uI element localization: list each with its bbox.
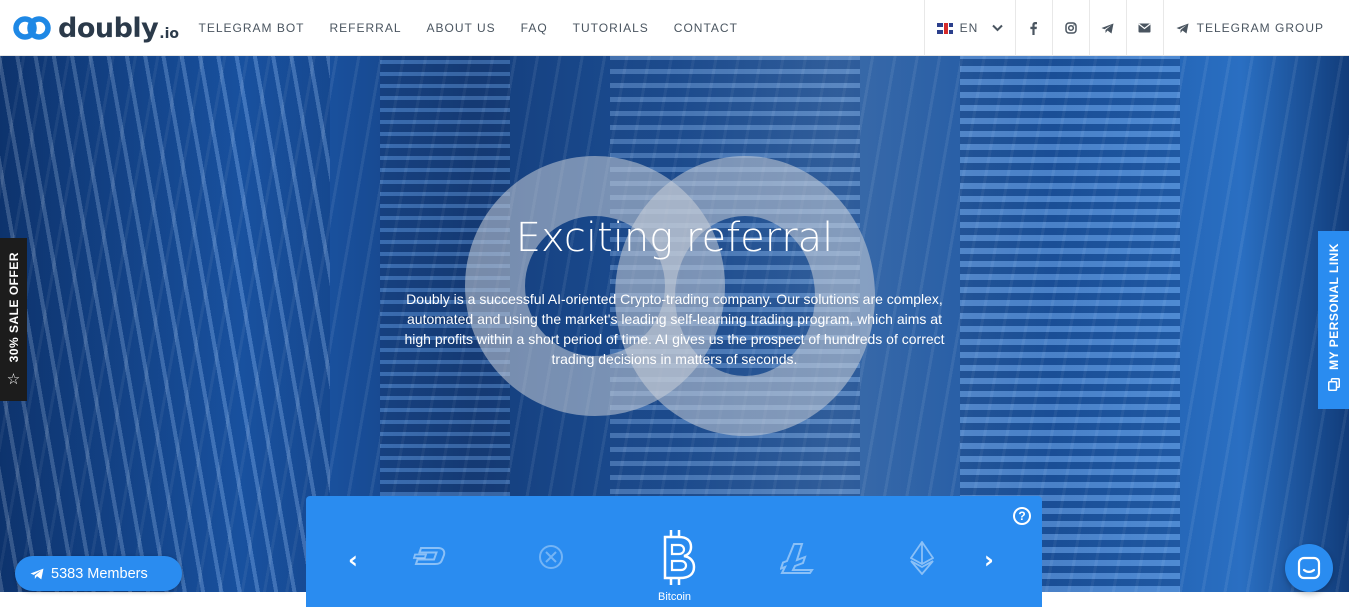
facebook-link[interactable] [1014,0,1052,56]
personal-link-label: MY PERSONAL LINK [1326,243,1341,370]
doubly-logo-icon [13,16,51,40]
chat-icon [1297,556,1321,580]
telegram-group-link[interactable]: TELEGRAM GROUP [1162,0,1349,56]
litecoin-icon[interactable] [780,542,814,574]
coin-carousel: ? ‹ › Bitcoin [306,496,1042,607]
hero-title: Exciting referral [515,215,834,261]
mail-icon [1138,23,1151,33]
nav-telegram-bot[interactable]: TELEGRAM BOT [186,21,317,35]
telegram-group-label: TELEGRAM GROUP [1196,21,1324,35]
nav-referral[interactable]: REFERRAL [317,21,414,35]
personal-link-tab[interactable]: MY PERSONAL LINK [1318,231,1349,409]
telegram-icon [1176,23,1189,33]
carousel-next-button[interactable]: › [984,546,994,574]
sale-offer-tab[interactable]: 30% SALE OFFER ☆ [0,238,27,401]
telegram-link[interactable] [1088,0,1126,56]
background-building [0,56,330,592]
language-code: EN [959,21,979,35]
nav-about-us[interactable]: ABOUT US [414,21,508,35]
instagram-link[interactable] [1051,0,1089,56]
nav-faq[interactable]: FAQ [508,21,560,35]
uk-flag-icon [936,22,953,34]
language-selector[interactable]: EN [923,0,1015,56]
sale-offer-label: 30% SALE OFFER [6,252,21,363]
facebook-icon [1030,21,1038,35]
dash-icon[interactable] [412,546,446,566]
telegram-icon [1101,23,1114,33]
logo[interactable]: doubly .io [12,12,179,44]
bitcoin-icon[interactable] [652,528,698,588]
ethereum-icon[interactable] [910,541,934,575]
telegram-icon [30,568,44,579]
selected-coin-label: Bitcoin [657,591,692,603]
mail-link[interactable] [1125,0,1163,56]
help-icon[interactable]: ? [1013,507,1031,525]
chat-button[interactable] [1285,544,1333,592]
ripple-icon[interactable] [538,544,564,570]
members-count: 5383 Members [51,565,148,582]
main-nav: TELEGRAM BOT REFERRAL ABOUT US FAQ TUTOR… [186,0,750,56]
carousel-prev-button[interactable]: ‹ [348,546,358,574]
copy-icon [1327,377,1340,391]
nav-contact[interactable]: CONTACT [661,21,750,35]
chevron-down-icon [991,24,1003,32]
top-header: doubly .io TELEGRAM BOT REFERRAL ABOUT U… [0,0,1349,56]
hero-description: Doubly is a successful AI-oriented Crypt… [404,291,945,367]
members-button[interactable]: 5383 Members [15,556,182,591]
logo-suffix: .io [159,26,180,42]
star-icon: ☆ [6,371,21,389]
logo-name: doubly [58,12,159,44]
instagram-icon [1064,22,1077,34]
header-right-bar: EN TELEGRAM GROUP [923,0,1349,56]
nav-tutorials[interactable]: TUTORIALS [560,21,661,35]
